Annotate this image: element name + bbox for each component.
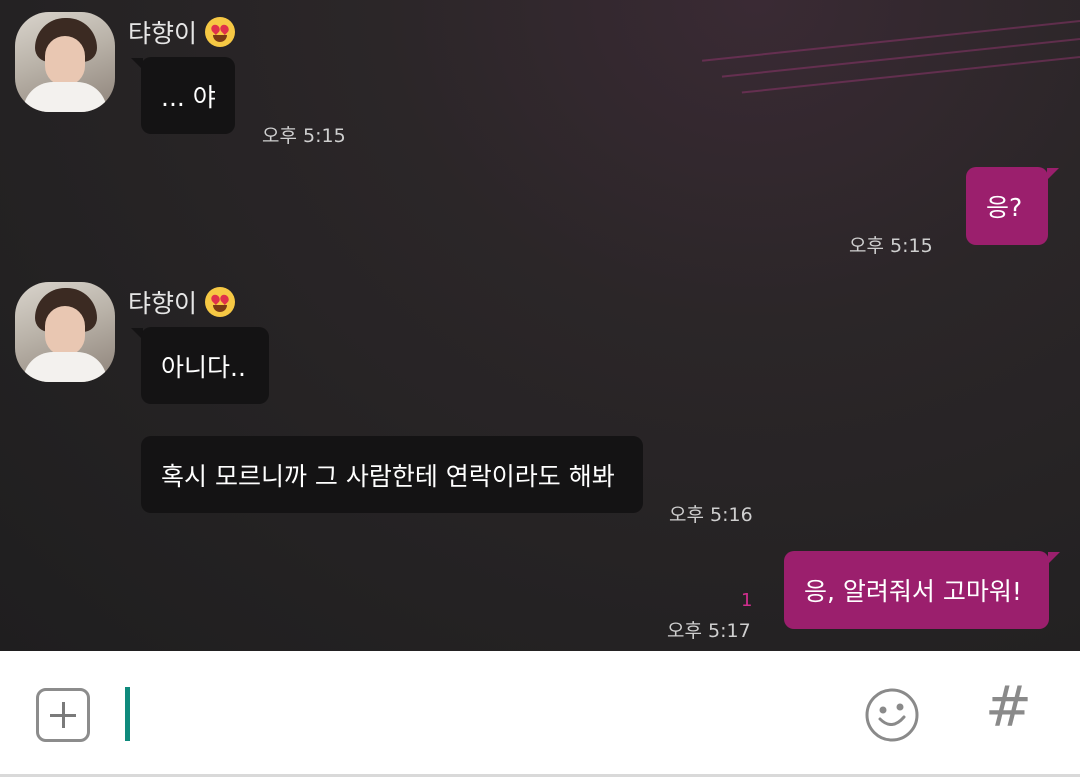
message-time: 오후 5:17 [667,620,751,642]
message-bubble-incoming[interactable]: 혹시 모르니까 그 사람한테 연락이라도 해봐 [141,436,643,513]
bubble-tail [1047,168,1059,180]
sender-name-text: 탸향이 [128,19,198,48]
hashtag-icon[interactable]: # [985,680,1032,736]
sender-avatar[interactable] [15,282,115,382]
message-time: 오후 5:16 [669,504,753,526]
bubble-tail [1048,552,1060,564]
sender-name: 탸향이 [128,14,236,50]
bg-streak [701,20,1080,62]
message-text: 응, 알려줘서 고마워! [804,577,1022,606]
plus-icon[interactable] [36,688,90,742]
message-text: ... 야 [161,82,216,112]
smiley-icon[interactable] [864,687,920,743]
sender-avatar[interactable] [15,12,115,112]
bg-streak [721,38,1080,78]
message-input[interactable] [132,681,836,749]
unread-count: 1 [741,590,753,611]
message-bubble-incoming[interactable]: ... 야 [141,57,235,134]
message-bubble-outgoing[interactable]: 응, 알려줘서 고마워! [784,551,1049,629]
message-bubble-outgoing[interactable]: 응? [966,167,1048,245]
heart-eyes-emoji-icon [205,287,236,317]
sender-name: 탸향이 [128,284,236,320]
chat-area[interactable]: 탸향이 ... 야 오후 5:15 응? 오후 5:15 탸향이 아니다.. 혹… [0,0,1080,651]
sender-name-text: 탸향이 [128,289,198,318]
message-time: 오후 5:15 [262,125,346,147]
message-text: 응? [986,193,1023,222]
message-text: 혹시 모르니까 그 사람한테 연락이라도 해봐 [161,461,615,491]
heart-eyes-emoji-icon [205,17,236,47]
text-cursor [125,687,130,741]
message-text: 아니다.. [161,352,246,382]
bg-streak [741,56,1080,94]
message-time: 오후 5:15 [849,235,933,257]
message-bubble-incoming[interactable]: 아니다.. [141,327,269,404]
